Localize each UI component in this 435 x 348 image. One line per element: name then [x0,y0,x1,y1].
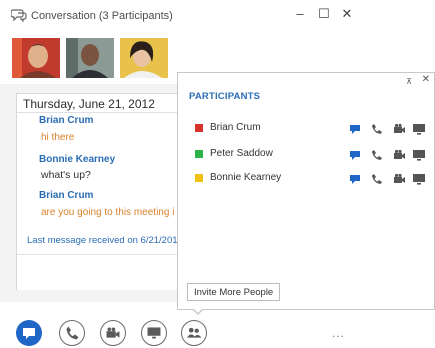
close-button[interactable]: ✕ [339,6,355,22]
presence-available-icon [195,150,203,158]
presence-away-icon [195,174,203,182]
invite-more-people-button[interactable]: Invite More People [187,283,281,301]
message-sender: Bonnie Kearney [39,154,116,165]
more-options-button[interactable]: ... [332,326,345,340]
chat-bubble-icon [23,328,35,339]
participant-name: Bonnie Kearney [210,172,282,183]
maximize-button[interactable]: ☐ [316,6,332,22]
avatar-bonnie-kearney[interactable] [120,38,168,78]
participants-heading: PARTICIPANTS [189,91,261,102]
presence-busy-icon [195,124,203,132]
last-message-info: Last message received on 6/21/201 [27,235,178,246]
person-photo-icon [120,38,168,78]
video-icon[interactable] [392,172,406,186]
close-participants-button[interactable]: ✕ [422,74,430,85]
video-icon[interactable] [392,148,406,162]
compose-divider [17,254,181,255]
present-icon[interactable] [412,122,426,136]
participant-row[interactable]: Peter Saddow [178,145,434,165]
im-icon[interactable] [348,172,362,186]
video-icon[interactable] [392,122,406,136]
monitor-icon [147,327,161,339]
avatar-peter-saddow[interactable] [66,38,114,78]
message-text: are you going to this meeting i [41,207,175,218]
call-icon[interactable] [370,122,384,136]
present-button[interactable] [141,320,167,346]
participant-row[interactable]: Brian Crum [178,119,434,139]
window-title: Conversation (3 Participants) [31,10,173,22]
im-icon[interactable] [348,148,362,162]
conversation-date: Thursday, June 21, 2012 [23,97,155,111]
call-icon[interactable] [370,148,384,162]
avatar-brian-crum[interactable] [12,38,60,78]
phone-icon [66,326,79,340]
minimize-button[interactable]: – [292,6,308,22]
video-camera-icon [106,327,120,338]
message-sender: Brian Crum [39,115,94,126]
message-text: hi there [41,132,75,143]
present-icon[interactable] [412,172,426,186]
people-icon [187,327,202,338]
participant-name: Brian Crum [210,122,261,133]
call-icon[interactable] [370,172,384,186]
message-text: what's up? [41,169,91,181]
pin-icon[interactable]: ⊼ [406,77,412,86]
person-photo-icon [12,38,60,78]
participants-button[interactable] [181,320,207,346]
message-sender: Brian Crum [39,190,94,201]
conversation-icon [11,9,27,22]
participant-name: Peter Saddow [210,148,273,159]
participant-row[interactable]: Bonnie Kearney [178,169,434,189]
title-bar: Conversation (3 Participants) – ☐ ✕ [0,0,360,30]
im-button[interactable] [16,320,42,346]
video-button[interactable] [100,320,126,346]
participants-panel: ⊼ ✕ PARTICIPANTS Brian Crum Peter Saddow… [177,72,435,315]
present-icon[interactable] [412,148,426,162]
person-photo-icon [66,38,114,78]
divider [17,112,181,113]
im-icon[interactable] [348,122,362,136]
call-button[interactable] [59,320,85,346]
popup-pointer-fill [193,308,203,313]
conversation-history[interactable]: Thursday, June 21, 2012 Brian Crum hi th… [16,93,181,290]
